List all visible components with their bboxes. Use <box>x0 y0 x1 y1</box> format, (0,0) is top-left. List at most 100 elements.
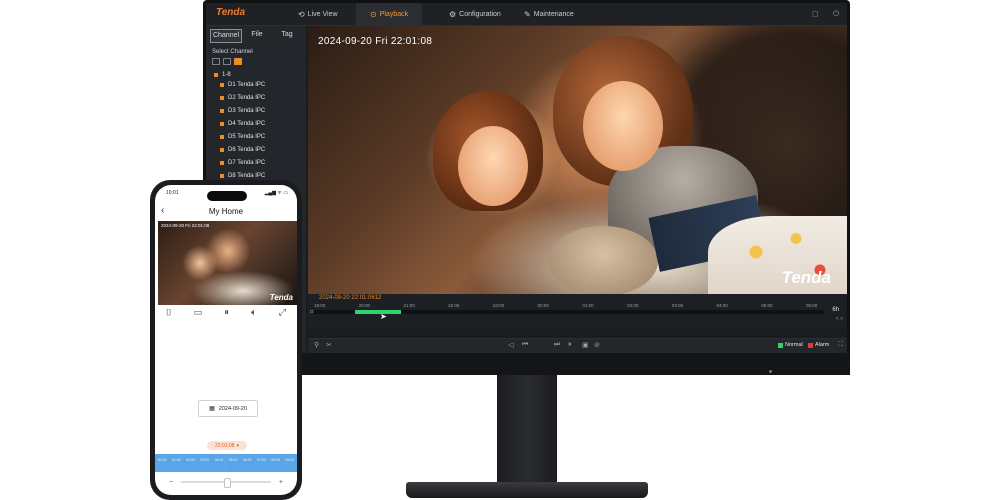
playback-control-bar: ⚲ ✂ ◁ ⏮ ⏭ ⏸ ▣ ⊘ Normal Alarm ⛶ <box>308 338 847 353</box>
layout-1-icon[interactable] <box>212 58 220 65</box>
video-watermark: Tenda <box>781 268 831 287</box>
power-led-icon <box>769 370 772 373</box>
checkbox-icon <box>220 108 224 113</box>
video-scene-shape <box>548 226 658 294</box>
channel-item-label: D7 Tenda IPC <box>228 159 266 166</box>
nav-playback[interactable]: ⊙ Playback <box>356 3 423 25</box>
timeline-zoom-nav[interactable]: < > <box>836 316 843 322</box>
channel-item[interactable]: D4 Tenda IPC <box>220 117 306 130</box>
phone-playback-video[interactable]: 2024-09-20 Fri 22:01:08 Tenda <box>158 221 297 305</box>
phone-timeline[interactable]: 00:00 01:00 02:00 03:00 04:00 05:00 06:00 07:00… <box>155 454 297 472</box>
timeline-tick-label: 03:00 <box>671 303 684 308</box>
timeline-tick-label: 00:00 <box>537 303 549 308</box>
phone-timeline-tick-label: 00:00 <box>157 458 167 462</box>
step-forward-icon[interactable]: ⏭ <box>554 341 560 349</box>
phone-video-osd-timestamp: 2024-09-20 Fri 22:01:08 <box>161 223 210 228</box>
legend-normal-swatch <box>778 342 783 348</box>
volume-icon[interactable]: 🔈︎ <box>251 307 256 318</box>
timeline-tick-label: 04:00 <box>716 303 728 308</box>
timeline-tick-label: 02:00 <box>627 303 639 308</box>
phone-timeline-cursor <box>225 454 226 472</box>
checkbox-icon <box>220 121 224 126</box>
mouse-cursor-icon: ➤ <box>380 312 387 321</box>
zoom-in-button[interactable]: + <box>279 479 283 486</box>
pause-icon[interactable]: ⏸ <box>568 341 572 349</box>
channel-item[interactable]: D5 Tenda IPC <box>220 130 306 143</box>
calendar-icon: ▦ <box>209 406 215 412</box>
checkbox-icon <box>220 147 224 152</box>
legend-alarm-label: Alarm <box>815 342 830 348</box>
nvr-screen: Tenda ⟲ Live View ⊙ Playback ⚙ Configura… <box>206 3 847 353</box>
channel-item[interactable]: D2 Tenda IPC <box>220 91 306 104</box>
legend-alarm-swatch <box>808 342 813 348</box>
playback-icon: ⊙ <box>370 9 377 19</box>
tab-file[interactable]: File <box>242 29 272 43</box>
channel-item-label: D8 Tenda IPC <box>228 172 266 179</box>
playback-timeline[interactable]: 2024-09-20 22:01:0612 19:00 20:00 21:00 22:… <box>308 294 847 328</box>
pause-icon[interactable]: ⏸ <box>224 307 229 318</box>
power-icon[interactable]: ⏻ <box>833 9 839 19</box>
timeline-tick-label: 19:00 <box>314 303 326 308</box>
channel-item[interactable]: D3 Tenda IPC <box>220 104 306 117</box>
layout-4-icon[interactable] <box>223 58 231 65</box>
brand-logo: Tenda <box>216 7 246 18</box>
phone-timeline-tick-label: 09:00 <box>285 458 295 462</box>
monitor-stand-base <box>406 482 648 498</box>
layout-all-icon[interactable] <box>234 58 242 65</box>
fullscreen-icon[interactable]: ⛶ <box>838 341 843 349</box>
timeline-track[interactable] <box>314 310 824 314</box>
tab-tag[interactable]: Tag <box>272 29 302 43</box>
dynamic-island <box>207 191 247 201</box>
tab-channel[interactable]: Channel <box>210 29 242 43</box>
channel-item-label: D1 Tenda IPC <box>228 81 266 88</box>
zoom-out-button[interactable]: − <box>169 479 173 486</box>
zoom-slider-handle[interactable] <box>224 478 232 488</box>
notification-icon[interactable]: ◻ <box>812 9 819 18</box>
timeline-tick-label: 22:00 <box>448 303 460 308</box>
tag-icon[interactable]: ⚲ <box>314 341 319 349</box>
phone-date-picker[interactable]: ▦ 2024-09-20 <box>198 400 258 417</box>
video-scene-shape <box>583 81 663 171</box>
nav-live-view-label: Live View <box>307 10 338 18</box>
fullscreen-icon[interactable]: ⤢ <box>279 307 286 318</box>
checkbox-icon <box>220 173 224 178</box>
channel-item-label: D3 Tenda IPC <box>228 107 266 114</box>
phone-timeline-tick-label: 06:00 <box>242 458 252 462</box>
snapshot-icon[interactable]: ⌷ <box>166 307 171 318</box>
timeline-tick-label: 06:00 <box>806 303 818 308</box>
legend-alarm: Alarm <box>808 342 829 348</box>
timeline-recording-segment <box>354 310 401 314</box>
nav-configuration-label: Configuration <box>459 10 501 18</box>
live-view-icon: ⟲ <box>298 9 305 19</box>
phone-date-label: 2024-09-20 <box>218 405 247 412</box>
timeline-tick-label: 23:00 <box>492 303 505 308</box>
channel-item[interactable]: D6 Tenda IPC <box>220 143 306 156</box>
rewind-icon[interactable]: ◁ <box>508 341 513 349</box>
caret-down-icon: ▾ <box>236 442 239 449</box>
smartphone: 10:01 ▂▄▆ ᯤ ▭ ‹ My Home 2024-09-20 Fri 2… <box>150 180 302 500</box>
checkbox-icon <box>214 73 218 77</box>
record-icon[interactable]: ▭ <box>194 307 203 318</box>
nav-maintenance[interactable]: ✎ Maintenance <box>524 3 574 25</box>
timeline-tick-label: 05:00 <box>761 303 773 308</box>
monitor-stand-neck <box>497 375 557 487</box>
stop-icon[interactable]: ▣ <box>582 341 589 349</box>
nav-live-view[interactable]: ⟲ Live View <box>298 3 338 25</box>
channel-item-label: D6 Tenda IPC <box>228 146 266 153</box>
channel-item[interactable]: D1 Tenda IPC <box>220 78 306 91</box>
channel-item[interactable]: D7 Tenda IPC <box>220 156 306 169</box>
phone-time-label: 22:01:08 <box>215 442 235 449</box>
phone-timeline-ticks: 00:00 01:00 02:00 03:00 04:00 05:00 06:00 07:00… <box>155 458 297 462</box>
nav-configuration[interactable]: ⚙ Configuration <box>449 3 501 25</box>
playback-video[interactable]: 2024-09-20 Fri 22:01:08 Tenda <box>308 26 847 294</box>
legend-normal-label: Normal <box>785 342 803 348</box>
timeline-zoom-level[interactable]: 6h <box>832 307 839 313</box>
clip-icon[interactable]: ✂ <box>326 341 332 349</box>
maintenance-icon: ✎ <box>524 9 531 19</box>
layout-selector <box>212 58 306 65</box>
step-back-icon[interactable]: ⏮ <box>522 341 528 349</box>
speed-icon[interactable]: ⊘ <box>594 341 600 349</box>
phone-timeline-tick-label: 05:00 <box>228 458 238 462</box>
zoom-slider[interactable] <box>181 478 271 488</box>
nav-playback-label: Playback <box>379 10 409 18</box>
